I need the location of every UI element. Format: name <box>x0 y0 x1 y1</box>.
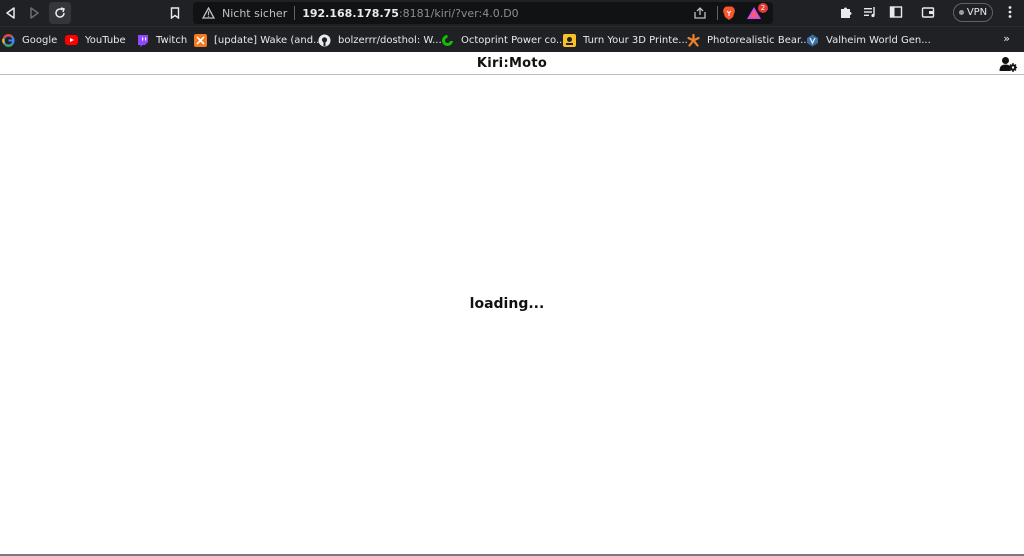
security-label[interactable]: Nicht sicher <box>222 7 287 20</box>
bookmark-wake[interactable]: [update] Wake (and... <box>194 32 323 48</box>
bookmarks-overflow-button[interactable]: » <box>1003 32 1010 45</box>
vpn-label: VPN <box>966 7 988 18</box>
bookmark-twitch[interactable]: Twitch <box>136 32 187 48</box>
photorealistic-icon <box>687 33 700 47</box>
wallet-icon <box>921 7 935 18</box>
brave-rewards-button[interactable]: 2 <box>746 3 768 21</box>
loading-message: loading... <box>469 296 545 312</box>
bookmark-instructables[interactable]: Turn Your 3D Printe... <box>563 32 688 48</box>
bookmark-label: bolzerrr/dosthol: W... <box>338 34 442 46</box>
forward-icon <box>30 7 39 19</box>
bookmark-label: Valheim World Gen... <box>826 34 931 46</box>
instructables-icon <box>563 33 576 47</box>
bookmark-photorealistic[interactable]: Photorealistic Bear... <box>687 32 810 48</box>
bookmark-label: Octoprint Power co... <box>461 34 566 46</box>
app-header: Kiri:Moto <box>0 53 1024 75</box>
brave-shields-icon[interactable] <box>721 5 737 21</box>
share-icon[interactable] <box>693 6 707 20</box>
url-host[interactable]: 192.168.178.75 <box>302 7 399 20</box>
octoprint-icon <box>441 34 454 47</box>
browser-menu-button[interactable] <box>1002 4 1018 20</box>
back-icon <box>6 7 15 19</box>
url-path[interactable]: :8181/kiri/?ver:4.0.D0 <box>399 7 519 20</box>
warning-icon[interactable] <box>202 6 216 20</box>
bookmark-label: Google <box>22 34 58 46</box>
sidebar-icon <box>889 6 903 18</box>
bookmark-label: Twitch <box>156 34 188 46</box>
playlist-icon <box>864 7 875 18</box>
valheim-icon <box>806 34 819 47</box>
rewards-badge: 2 <box>758 3 768 13</box>
wake-icon <box>194 33 207 47</box>
bookmark-label: Photorealistic Bear... <box>707 34 810 46</box>
puzzle-icon <box>841 7 852 18</box>
app-title: Kiri:Moto <box>476 56 548 71</box>
back-button[interactable] <box>0 2 22 24</box>
bookmark-youtube[interactable]: YouTube <box>65 32 126 48</box>
bookmark-label: [update] Wake (and... <box>214 34 323 46</box>
playlist-button[interactable] <box>862 4 878 20</box>
bookmark-button[interactable] <box>164 2 186 24</box>
bookmark-valheim[interactable]: Valheim World Gen... <box>806 32 931 48</box>
bookmarks-bar: Google YouTube Twitch [update] Wake (and… <box>0 26 1024 52</box>
sidebar-button[interactable] <box>888 4 904 20</box>
bookmark-octoprint[interactable]: Octoprint Power co... <box>441 32 565 48</box>
menu-dots-icon <box>1008 6 1012 18</box>
wallet-button[interactable] <box>920 4 936 20</box>
reload-icon <box>55 7 65 18</box>
address-bar-divider <box>717 6 718 20</box>
bookmark-google[interactable]: Google <box>2 32 57 48</box>
bookmark-label: Turn Your 3D Printe... <box>583 34 688 46</box>
google-icon <box>2 33 15 47</box>
bookmark-icon <box>170 7 180 19</box>
url-separator <box>294 6 296 20</box>
reload-button[interactable] <box>49 2 71 24</box>
bookmark-github[interactable]: bolzerrr/dosthol: W... <box>318 32 442 48</box>
github-icon <box>318 34 331 47</box>
forward-button[interactable] <box>23 2 45 24</box>
vpn-status-dot <box>958 10 964 15</box>
bookmark-label: YouTube <box>85 34 126 46</box>
address-bar[interactable]: Nicht sicher 192.168.178.75 :8181/kiri/?… <box>193 2 773 24</box>
twitch-icon <box>136 34 149 47</box>
extensions-button[interactable] <box>838 4 854 20</box>
user-settings-icon[interactable] <box>999 56 1017 72</box>
youtube-icon <box>65 34 78 47</box>
browser-toolbar: Nicht sicher 192.168.178.75 :8181/kiri/?… <box>0 0 1024 26</box>
vpn-button[interactable]: VPN <box>953 3 993 22</box>
